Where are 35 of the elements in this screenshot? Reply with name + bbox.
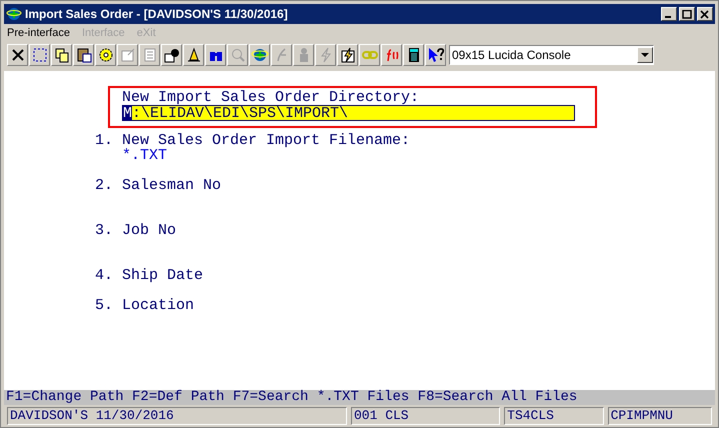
minimize-button[interactable] <box>661 7 677 21</box>
globe-icon[interactable] <box>249 44 270 66</box>
status-field: TS4CLS <box>504 407 604 425</box>
help-icon[interactable] <box>425 44 446 66</box>
paste-icon[interactable] <box>73 44 94 66</box>
close-button[interactable] <box>697 7 713 21</box>
status-field: 001 CLS <box>351 407 500 425</box>
function-icon[interactable] <box>381 44 402 66</box>
gear-icon[interactable] <box>95 44 116 66</box>
field-value: *.TXT <box>122 148 168 163</box>
minimize-icon <box>665 16 671 18</box>
status-field: DAVIDSON'S 11/30/2016 <box>7 407 347 425</box>
maximize-button[interactable] <box>679 7 695 21</box>
maximize-icon <box>682 10 692 18</box>
cursor: M <box>123 106 132 120</box>
close-icon <box>700 10 710 18</box>
field-label: 4. Ship Date <box>95 268 204 283</box>
boltdoc-icon[interactable] <box>337 44 358 66</box>
menu-item[interactable]: Pre-interface <box>7 24 70 42</box>
close-icon[interactable] <box>7 44 28 66</box>
link-icon[interactable] <box>359 44 380 66</box>
directory-field[interactable]: M:\ELIDAV\EDI\SPS\IMPORT\ <box>122 105 575 121</box>
field-label: 1. New Sales Order Import Filename: <box>95 133 412 148</box>
field-label: 3. Job No <box>95 223 178 238</box>
field-label: 5. Location <box>95 298 196 313</box>
copy-icon[interactable] <box>51 44 72 66</box>
window-title: Import Sales Order - [DAVIDSON'S 11/30/2016] <box>25 6 288 23</box>
select-icon[interactable] <box>29 44 50 66</box>
field-label: 2. Salesman No <box>95 178 222 193</box>
function-key-bar: F1=Change Path F2=Def Path F7=Search *.TXT Files F8=Search All Files <box>4 390 715 405</box>
status-field: CPIMPMNU <box>608 407 712 425</box>
font-select[interactable]: 09x15 Lucida Console <box>449 45 654 65</box>
calculator-icon[interactable] <box>403 44 424 66</box>
globe-icon <box>6 6 22 22</box>
directory-label: New Import Sales Order Directory: <box>122 90 420 105</box>
